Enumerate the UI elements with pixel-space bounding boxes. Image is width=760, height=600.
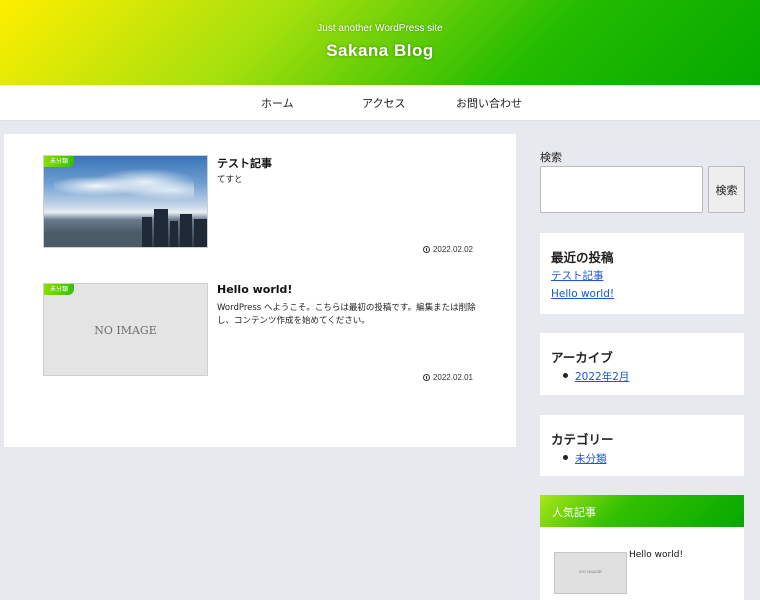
post-excerpt: てすと	[217, 175, 243, 185]
category-link[interactable]: 未分類	[575, 451, 607, 466]
widget-title: カテゴリー	[551, 432, 614, 447]
search-label: 検索	[540, 151, 562, 164]
popular-post-title[interactable]: Hello world!	[629, 550, 683, 560]
recent-post-link[interactable]: テスト記事	[551, 268, 604, 283]
no-image-label: NO IMAGE	[94, 324, 157, 337]
widget-title: 最近の投稿	[551, 250, 614, 265]
post-excerpt: WordPress へようこそ。こちらは最初の投稿です。編集または削除し、コンテ…	[217, 303, 476, 326]
main-nav: ホーム アクセス お問い合わせ	[0, 85, 760, 121]
site-header: Just another WordPress site Sakana Blog	[0, 0, 760, 85]
widget-title: アーカイブ	[551, 350, 613, 365]
post-title[interactable]: テスト記事	[217, 155, 272, 171]
nav-item-home[interactable]: ホーム	[261, 95, 294, 111]
cloud-shapes	[54, 166, 194, 206]
recent-post-link[interactable]: Hello world!	[551, 288, 614, 300]
nav-item-access[interactable]: アクセス	[362, 95, 405, 111]
search-button[interactable]: 検索	[708, 166, 745, 213]
site-title[interactable]: Sakana Blog	[0, 41, 760, 61]
post-date: 2022.02.02	[422, 245, 473, 254]
archive-link[interactable]: 2022年2月	[575, 369, 629, 384]
popular-post-thumbnail[interactable]: NO IMAGE	[554, 552, 627, 594]
widget-title: 人気記事	[552, 506, 596, 519]
post-title[interactable]: Hello world!	[217, 283, 292, 296]
search-input[interactable]	[540, 166, 703, 213]
popular-posts-widget: NO IMAGE Hello world!	[540, 527, 744, 600]
recent-posts-widget: 最近の投稿 テスト記事 Hello world!	[540, 233, 744, 314]
popular-posts-header: 人気記事	[540, 495, 744, 527]
site-tagline: Just another WordPress site	[317, 23, 443, 34]
bullet-icon	[563, 373, 568, 378]
categories-widget: カテゴリー 未分類	[540, 415, 744, 476]
post-thumbnail[interactable]: 未分類	[43, 155, 208, 248]
post-thumbnail[interactable]: NO IMAGE 未分類	[43, 283, 208, 376]
category-badge: 未分類	[44, 284, 75, 295]
category-badge: 未分類	[44, 156, 75, 167]
nav-item-contact[interactable]: お問い合わせ	[456, 95, 522, 111]
post-card[interactable]: NO IMAGE 未分類 Hello world! WordPress へようこ…	[43, 283, 483, 403]
clock-icon	[422, 246, 430, 253]
clock-icon	[422, 374, 430, 381]
no-image-label: NO IMAGE	[579, 569, 602, 574]
archive-widget: アーカイブ 2022年2月	[540, 333, 744, 395]
post-list: 未分類 テスト記事 てすと 2022.02.02 NO IMAGE 未分類 He…	[4, 134, 516, 447]
post-date: 2022.02.01	[422, 373, 473, 382]
post-card[interactable]: 未分類 テスト記事 てすと 2022.02.02	[43, 155, 483, 275]
bullet-icon	[563, 455, 568, 460]
